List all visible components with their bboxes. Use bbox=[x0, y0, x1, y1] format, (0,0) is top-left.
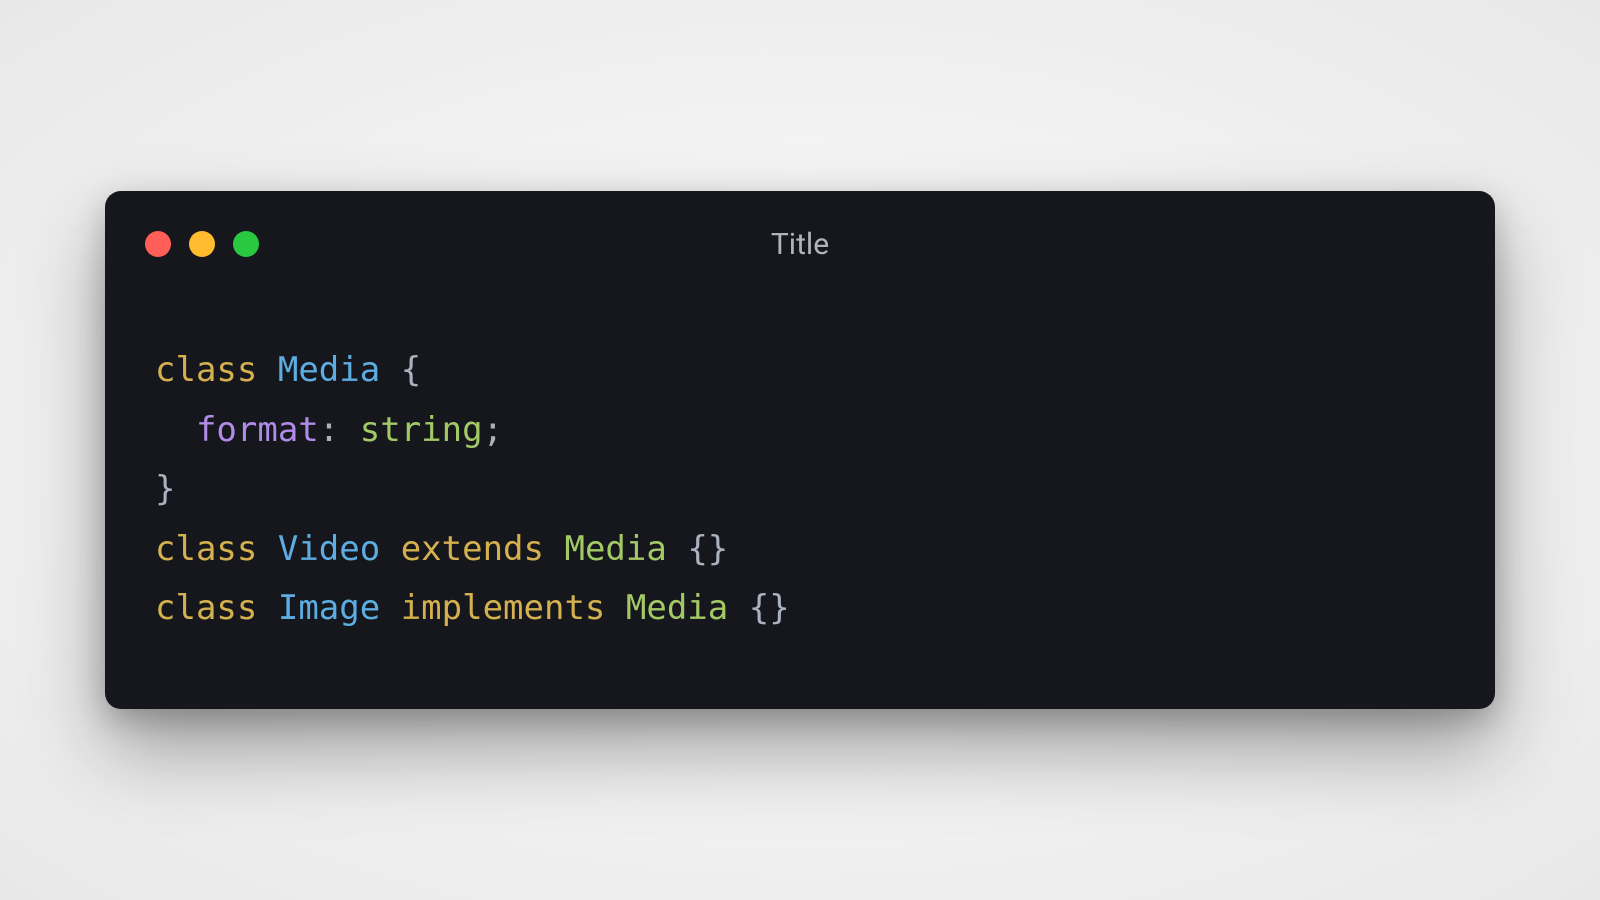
titlebar: Title bbox=[105, 191, 1495, 281]
keyword-extends: extends bbox=[401, 529, 544, 569]
traffic-lights bbox=[145, 231, 259, 257]
semicolon: ; bbox=[483, 410, 503, 450]
braces-empty: {} bbox=[687, 529, 728, 569]
ident-media: Media bbox=[626, 588, 728, 628]
indent bbox=[155, 410, 196, 450]
code-window: Title class Media { format: string; } cl… bbox=[105, 191, 1495, 709]
minimize-icon[interactable] bbox=[189, 231, 215, 257]
close-icon[interactable] bbox=[145, 231, 171, 257]
maximize-icon[interactable] bbox=[233, 231, 259, 257]
window-title: Title bbox=[771, 227, 829, 262]
code-editor[interactable]: class Media { format: string; } class Vi… bbox=[105, 281, 1495, 709]
class-name-media: Media bbox=[278, 350, 380, 390]
keyword-implements: implements bbox=[401, 588, 606, 628]
type-string: string bbox=[360, 410, 483, 450]
braces-empty: {} bbox=[749, 588, 790, 628]
keyword-class: class bbox=[155, 588, 257, 628]
class-name-image: Image bbox=[278, 588, 380, 628]
class-name-video: Video bbox=[278, 529, 380, 569]
ident-media: Media bbox=[564, 529, 666, 569]
brace-close: } bbox=[155, 469, 175, 509]
property-format: format bbox=[196, 410, 319, 450]
keyword-class: class bbox=[155, 529, 257, 569]
keyword-class: class bbox=[155, 350, 257, 390]
brace-open: { bbox=[401, 350, 421, 390]
colon: : bbox=[319, 410, 339, 450]
